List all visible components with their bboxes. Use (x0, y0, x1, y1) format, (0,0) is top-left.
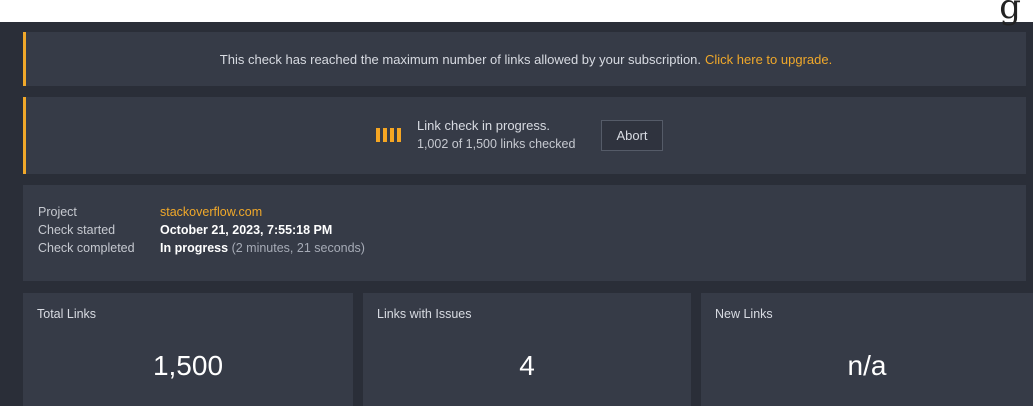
progress-bar-segment (383, 128, 387, 142)
progress-bar-segment (397, 128, 401, 142)
links-with-issues-label: Links with Issues (377, 307, 472, 321)
links-with-issues-value: 4 (519, 350, 535, 381)
abort-button[interactable]: Abort (601, 119, 663, 151)
upgrade-link[interactable]: Click here to upgrade. (705, 52, 832, 67)
progress-bar-segment (376, 128, 380, 142)
check-completed-row: Check completed In progress (2 minutes, … (38, 239, 1026, 257)
banner-message: This check has reached the maximum numbe… (219, 51, 702, 67)
progress-text: Link check in progress. 1,002 of 1,500 l… (417, 117, 575, 153)
progress-bars-icon (376, 128, 401, 142)
check-started-row: Check started October 21, 2023, 7:55:18 … (38, 221, 1026, 239)
total-links-label: Total Links (37, 307, 97, 321)
check-completed-value: In progress (2 minutes, 21 seconds) (160, 239, 365, 257)
check-completed-status: In progress (160, 241, 229, 255)
check-duration: (2 minutes, 21 seconds) (231, 241, 365, 255)
total-links-card[interactable]: Total Links 1,500 (23, 293, 353, 406)
check-completed-label: Check completed (38, 241, 135, 255)
new-links-card[interactable]: New Links n/a (701, 293, 1033, 406)
check-started-value: October 21, 2023, 7:55:18 PM (160, 223, 333, 237)
progress-title: Link check in progress. (417, 118, 550, 133)
check-info-panel: Project stackoverflow.com Check started … (23, 185, 1026, 281)
project-row: Project stackoverflow.com (38, 203, 1026, 221)
new-links-value: n/a (847, 350, 887, 381)
project-label: Project (38, 205, 77, 219)
project-link[interactable]: stackoverflow.com (160, 203, 262, 221)
progress-detail: 1,002 of 1,500 links checked (417, 137, 576, 151)
progress-status: Link check in progress. 1,002 of 1,500 l… (376, 117, 663, 153)
subscription-limit-banner: This check has reached the maximum numbe… (23, 32, 1026, 86)
progress-panel: Link check in progress. 1,002 of 1,500 l… (23, 97, 1026, 174)
total-links-value: 1,500 (152, 350, 224, 381)
progress-bar-segment (390, 128, 394, 142)
top-strip: g (0, 0, 1033, 27)
check-started-label: Check started (38, 223, 116, 237)
corner-glyph: g (999, 0, 1021, 27)
link-check-page: g This check has reached the maximum num… (0, 0, 1033, 406)
links-with-issues-card[interactable]: Links with Issues 4 (363, 293, 691, 406)
new-links-label: New Links (715, 307, 773, 321)
